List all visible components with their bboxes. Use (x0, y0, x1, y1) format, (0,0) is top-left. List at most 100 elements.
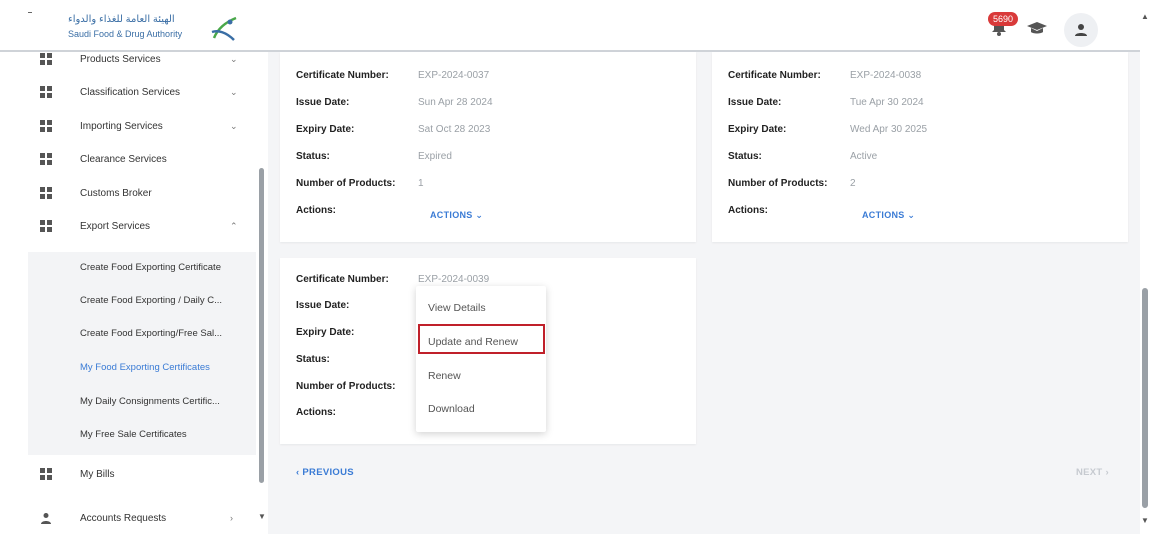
sidebar-item-label: Clearance Services (80, 153, 167, 165)
page-scrollbar-thumb[interactable] (1142, 288, 1148, 508)
expiry-date-row: Expiry Date: (296, 327, 354, 338)
certificate-number-row: Certificate Number: EXP-2024-0039 (296, 274, 489, 285)
field-value: 2 (850, 178, 856, 189)
sidebar-item-classification-services[interactable]: Classification Services ⌄ (0, 76, 256, 108)
sfda-logo[interactable]: الهيئة العامة للغذاء والدواء Saudi Food … (68, 14, 238, 44)
sidebar-item-label: Export Services (80, 220, 151, 232)
grid-icon (40, 53, 52, 65)
grid-icon (40, 153, 52, 165)
chevron-right-icon: › (230, 513, 233, 523)
field-value: EXP-2024-0039 (418, 274, 490, 285)
field-value: Expired (418, 151, 452, 162)
chevron-down-icon: ⌄ (230, 86, 238, 97)
menu-item-update-and-renew[interactable]: Update and Renew (428, 336, 518, 348)
field-value: Tue Apr 30 2024 (850, 97, 924, 108)
sidebar-item-label: Accounts Requests (80, 512, 167, 524)
user-avatar-button[interactable] (1064, 13, 1098, 47)
field-value: Wed Apr 30 2025 (850, 124, 928, 135)
number-of-products-row: Number of Products: 1 (296, 178, 424, 189)
field-label: Status: (296, 354, 330, 365)
submenu-create-food-exporting-free-sale[interactable]: Create Food Exporting/Free Sal... (80, 328, 222, 339)
number-of-products-row: Number of Products: 2 (728, 178, 856, 189)
field-label: Expiry Date: (296, 327, 355, 338)
submenu-my-food-exporting-certificates[interactable]: My Food Exporting Certificates (80, 362, 210, 373)
sidebar-item-accounts-requests[interactable]: Accounts Requests › (0, 502, 256, 534)
field-label: Issue Date: (296, 300, 350, 311)
field-label: Issue Date: (296, 97, 350, 108)
grid-icon (40, 86, 52, 98)
sidebar-item-importing-services[interactable]: Importing Services ⌄ (0, 110, 256, 142)
sidebar-scrollbar[interactable] (259, 168, 264, 483)
submenu-my-free-sale-certificates[interactable]: My Free Sale Certificates (80, 429, 187, 440)
expiry-date-row: Expiry Date: Sat Oct 28 2023 (296, 124, 490, 135)
scroll-down-arrow-icon[interactable]: ▼ (1141, 516, 1149, 525)
chevron-down-icon: ⌄ (230, 53, 238, 64)
sfda-emblem-icon (211, 16, 237, 41)
status-row: Status: (296, 354, 330, 365)
issue-date-row: Issue Date: (296, 300, 349, 311)
field-label: Actions: (296, 205, 336, 216)
previous-page-button[interactable]: ‹ PREVIOUS (296, 467, 354, 478)
actions-row: Actions: (296, 407, 336, 418)
logo-arabic-text: الهيئة العامة للغذاء والدواء (68, 14, 175, 25)
sidebar-item-label: Customs Broker (80, 187, 152, 199)
status-row: Status: Active (728, 151, 877, 162)
sidebar-item-label: Products Services (80, 53, 161, 65)
certificate-card: Certificate Number: EXP-2024-0038 Issue D… (712, 52, 1128, 242)
scroll-down-arrow-icon[interactable]: ▼ (258, 512, 266, 521)
actions-row: Actions: (296, 205, 336, 216)
sidebar-item-my-bills[interactable]: My Bills (0, 458, 256, 490)
issue-date-row: Issue Date: Sun Apr 28 2024 (296, 97, 493, 108)
certificate-number-row: Certificate Number: EXP-2024-0037 (296, 70, 489, 81)
user-icon (1075, 24, 1087, 36)
field-label: Expiry Date: (296, 124, 355, 135)
field-label: Certificate Number: (728, 70, 821, 81)
submenu-create-food-exporting-certificate[interactable]: Create Food Exporting Certificate (80, 262, 221, 273)
actions-dropdown-button[interactable]: ACTIONS ⌄ (430, 210, 483, 221)
field-label: Number of Products: (728, 178, 828, 189)
field-value: Active (850, 151, 878, 162)
sidebar-item-clearance-services[interactable]: Clearance Services (0, 143, 256, 175)
field-value: EXP-2024-0037 (418, 70, 490, 81)
chevron-down-icon: ⌄ (230, 120, 238, 131)
menu-item-view-details[interactable]: View Details (428, 302, 486, 314)
grid-icon (40, 187, 52, 199)
sidebar-item-label: Importing Services (80, 120, 163, 132)
field-label: Certificate Number: (296, 70, 389, 81)
field-label: Status: (296, 151, 330, 162)
field-label: Actions: (296, 407, 336, 418)
graduation-cap-icon[interactable] (1026, 20, 1048, 36)
submenu-create-food-exporting-daily[interactable]: Create Food Exporting / Daily C... (80, 295, 222, 306)
expiry-date-row: Expiry Date: Wed Apr 30 2025 (728, 124, 927, 135)
next-page-button[interactable]: NEXT › (1076, 467, 1109, 478)
issue-date-row: Issue Date: Tue Apr 30 2024 (728, 97, 924, 108)
certificate-card: Certificate Number: EXP-2024-0037 Issue D… (280, 52, 696, 242)
sidebar-item-label: Classification Services (80, 86, 181, 98)
sidebar-item-products-services[interactable]: Products Services ⌄ (0, 43, 256, 75)
actions-dropdown-button[interactable]: ACTIONS ⌄ (862, 210, 915, 221)
actions-dropdown-menu: View Details Update and Renew Renew Down… (416, 286, 546, 432)
corner-mark (28, 12, 32, 13)
field-label: Certificate Number: (296, 274, 389, 285)
menu-item-renew[interactable]: Renew (428, 370, 461, 382)
field-label: Status: (728, 151, 762, 162)
actions-row: Actions: (728, 205, 768, 216)
field-value: Sat Oct 28 2023 (418, 124, 491, 135)
scroll-up-arrow-icon[interactable]: ▲ (1141, 12, 1149, 21)
sidebar-item-label: My Bills (80, 468, 115, 480)
field-value: EXP-2024-0038 (850, 70, 922, 81)
field-value: 1 (418, 178, 424, 189)
sidebar-item-export-services[interactable]: Export Services ⌃ (0, 210, 256, 242)
field-label: Issue Date: (728, 97, 782, 108)
field-value: Sun Apr 28 2024 (418, 97, 493, 108)
submenu-my-daily-consignments-certificates[interactable]: My Daily Consignments Certific... (80, 396, 220, 407)
notification-badge[interactable]: 5690 (988, 12, 1019, 26)
grid-icon (40, 468, 52, 480)
field-label: Number of Products: (296, 381, 396, 392)
number-of-products-row: Number of Products: (296, 381, 395, 392)
field-label: Actions: (728, 205, 768, 216)
person-icon (41, 513, 51, 524)
sidebar-item-customs-broker[interactable]: Customs Broker (0, 177, 256, 209)
menu-item-download[interactable]: Download (428, 403, 475, 415)
grid-icon (40, 120, 52, 132)
